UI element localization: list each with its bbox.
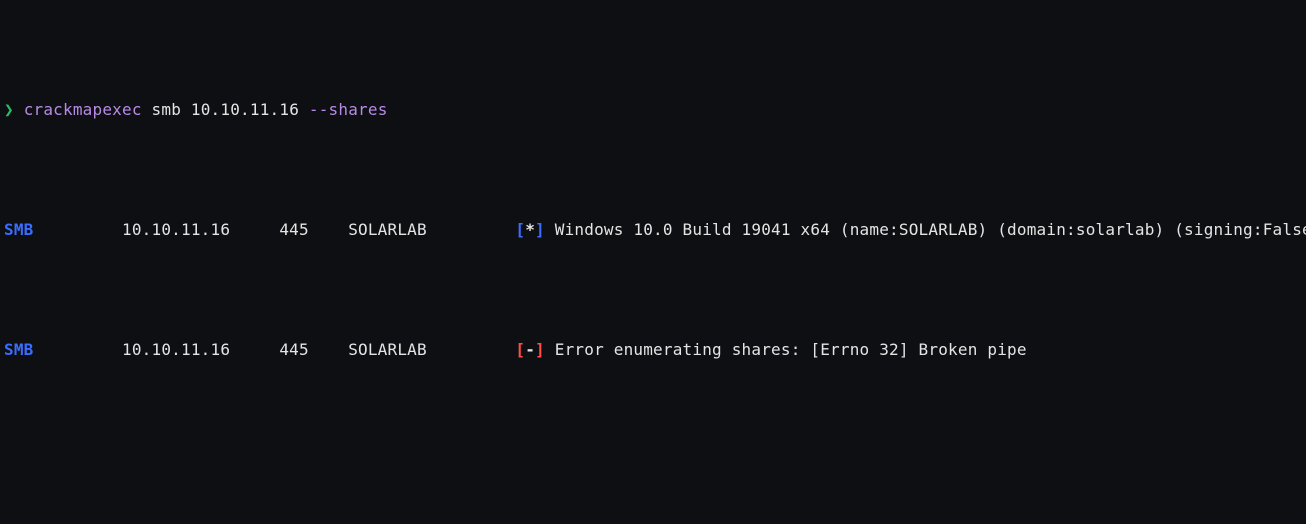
port: 445	[279, 220, 309, 239]
flag-shares: --shares	[309, 100, 388, 119]
bracket-close-icon: ]	[535, 220, 545, 239]
hostname: SOLARLAB	[348, 340, 427, 359]
smb-output-row: SMB 10.10.11.16 445 SOLARLAB [-] Error e…	[4, 338, 1302, 362]
proto-arg: smb	[152, 100, 182, 119]
bracket-open-icon: [	[515, 220, 525, 239]
info-message: Windows 10.0 Build 19041 x64 (name:SOLAR…	[555, 220, 1306, 239]
smb-output-row: SMB 10.10.11.16 445 SOLARLAB [*] Windows…	[4, 218, 1302, 242]
minus-icon: -	[525, 340, 535, 359]
terminal-output[interactable]: ❯ crackmapexec smb 10.10.11.16 --shares …	[0, 0, 1306, 524]
ip: 10.10.11.16	[122, 340, 230, 359]
star-icon: *	[525, 220, 535, 239]
error-message: Error enumerating shares: [Errno 32] Bro…	[555, 340, 1027, 359]
bracket-close-icon: ]	[535, 340, 545, 359]
binary-name: crackmapexec	[24, 100, 142, 119]
smb-tag: SMB	[4, 340, 34, 359]
command-line-1: ❯ crackmapexec smb 10.10.11.16 --shares	[4, 98, 1302, 122]
hostname: SOLARLAB	[348, 220, 427, 239]
ip: 10.10.11.16	[122, 220, 230, 239]
blank-line	[4, 434, 1302, 458]
prompt-icon: ❯	[4, 100, 14, 119]
target-arg: 10.10.11.16	[191, 100, 299, 119]
smb-tag: SMB	[4, 220, 34, 239]
bracket-open-icon: [	[515, 340, 525, 359]
port: 445	[279, 340, 309, 359]
